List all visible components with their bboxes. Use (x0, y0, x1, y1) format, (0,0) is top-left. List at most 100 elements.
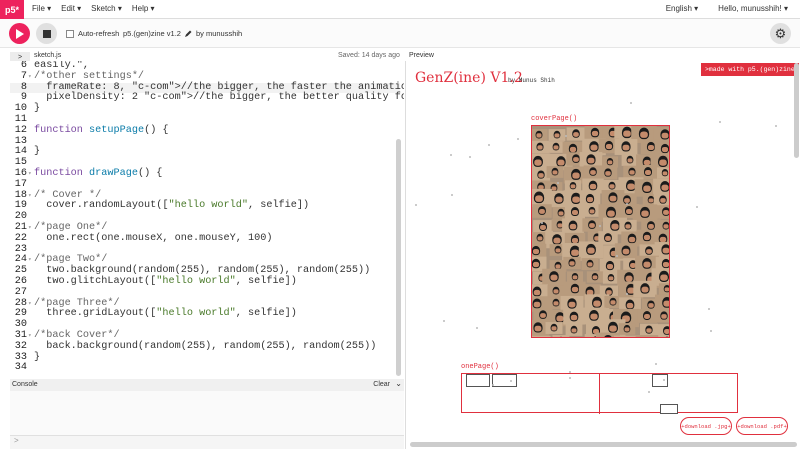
sketch-name: p5.(gen)zine v1.2 by munusshih (123, 29, 242, 38)
settings-button[interactable]: ⚙ (770, 23, 791, 44)
selfie-tile (657, 167, 669, 179)
fold-arrow-icon[interactable]: ▾ (28, 223, 32, 234)
selfie-tile (532, 140, 549, 154)
selfie-tile (614, 335, 638, 337)
code-text: pixelDensity: 2 "c-com">//the bigger, th… (34, 92, 404, 104)
play-icon (16, 28, 24, 39)
background-dot (510, 380, 512, 382)
code-line[interactable]: 32 back.background(random(255), random(2… (10, 340, 400, 353)
line-number: 34 (14, 362, 27, 374)
code-editor[interactable]: 6 easily.", 7 ▾/*other settings*/8 frameRat… (10, 61, 404, 379)
one-page-canvas[interactable] (461, 373, 738, 414)
menu-sketch[interactable]: Sketch ▾ (91, 4, 122, 13)
one-page-label: onePage() (461, 363, 499, 371)
fold-arrow-icon[interactable]: ▾ (28, 191, 32, 202)
code-line[interactable]: 14} (10, 147, 400, 158)
console-title: Console (12, 381, 38, 388)
download-pdf-button[interactable]: +download .pdf+ (736, 417, 788, 435)
menu-file[interactable]: File ▾ (32, 4, 51, 13)
code-line[interactable]: 29 three.gridLayout(["hello world", self… (10, 308, 400, 320)
background-dot (630, 102, 632, 104)
code-text: function drawPage() { (34, 168, 163, 179)
code-line[interactable]: 33} (10, 351, 400, 364)
p5-logo[interactable]: p5* (0, 0, 24, 19)
language-select[interactable]: English ▾ (666, 4, 698, 13)
code-line[interactable]: 12 function setupPage() { (10, 125, 400, 137)
selfie-tile (657, 219, 669, 233)
user-menu[interactable]: Hello, munusshih! ▾ (718, 4, 788, 13)
console-input[interactable]: > (10, 435, 404, 449)
menu-edit[interactable]: Edit ▾ (61, 4, 81, 13)
background-dot (557, 182, 559, 184)
auto-refresh-checkbox[interactable] (66, 29, 74, 38)
background-dot (469, 156, 471, 158)
background-dot (492, 384, 494, 386)
fold-arrow-icon[interactable]: ▾ (28, 299, 32, 310)
background-dot (488, 144, 490, 146)
sketch-title[interactable]: p5.(gen)zine v1.2 (123, 29, 181, 38)
code-line[interactable]: 22 one.rect(one.mouseX, one.mouseY, 100) (10, 233, 400, 245)
preview-vertical-scrollbar[interactable] (794, 63, 799, 158)
download-jpg-button[interactable]: +download .jpg+ (680, 417, 732, 435)
code-text: } (34, 351, 41, 363)
menu-help[interactable]: Help ▾ (132, 4, 155, 13)
toolbar: Auto-refresh p5.(gen)zine v1.2 by munuss… (0, 19, 800, 48)
fold-arrow-icon[interactable]: ▾ (28, 255, 32, 266)
fold-arrow-icon[interactable]: ▾ (28, 331, 32, 342)
code-line[interactable]: 13 (10, 136, 400, 148)
code-line[interactable]: 9 pixelDensity: 2 "c-com">//the bigger, … (10, 92, 404, 104)
code-text: } (34, 103, 41, 115)
selfie-tile (586, 271, 604, 283)
code-line[interactable]: 19 cover.randomLayout(["hello world", se… (10, 200, 400, 212)
background-dot (616, 255, 618, 257)
code-line[interactable]: 10} (10, 103, 400, 115)
code-line[interactable]: 34 (10, 363, 400, 374)
selfie-tile (532, 128, 548, 142)
drawn-rect (652, 374, 668, 387)
stop-icon (42, 29, 51, 38)
selfie-tile (654, 309, 669, 323)
selfie-tile (656, 205, 669, 219)
selfie-tile (658, 283, 669, 295)
line-number: 7 (20, 70, 27, 82)
code-text: three.gridLayout(["hello world", selfie]… (34, 308, 297, 320)
background-dot (517, 138, 519, 140)
console-prompt: > (14, 436, 19, 445)
code-line[interactable]: 7 ▾/*other settings*/ (10, 70, 400, 83)
fold-arrow-icon[interactable]: ▾ (28, 72, 32, 83)
auto-refresh[interactable]: Auto-refresh (66, 29, 119, 38)
preview-horizontal-scrollbar[interactable] (410, 442, 797, 447)
code-line[interactable]: 26 two.glitchLayout(["hello world", self… (10, 276, 400, 288)
code-text: back.background(random(255), random(255)… (34, 340, 377, 352)
chevron-down-icon[interactable]: ⌄ (395, 379, 402, 388)
selfie-tile (578, 241, 604, 259)
auto-refresh-label: Auto-refresh (78, 29, 120, 38)
fold-arrow-icon[interactable]: ▾ (28, 169, 32, 180)
stop-button[interactable] (36, 23, 57, 44)
selfie-tile (598, 166, 618, 180)
zine-author: by Munus Shih (508, 77, 555, 84)
code-text: two.glitchLayout(["hello world", selfie]… (34, 276, 297, 287)
background-dot (451, 194, 453, 196)
made-with-badge[interactable]: >made with p5.(gen)zine (701, 63, 799, 76)
background-dot (775, 125, 777, 127)
selfie-tile (668, 150, 669, 168)
background-dot (719, 121, 721, 123)
selfie-tile (542, 268, 566, 286)
selfie-tile (635, 335, 659, 337)
background-dot (708, 308, 710, 310)
pencil-icon[interactable] (184, 30, 192, 37)
code-line[interactable]: 16 ▾ function drawPage() { (10, 168, 400, 180)
selfie-tile (546, 166, 564, 178)
console-clear-button[interactable]: Clear (373, 381, 390, 388)
sketch-author: by munusshih (195, 29, 243, 38)
file-tab[interactable]: sketch.js (34, 52, 61, 59)
chevron-right-icon: > (17, 53, 23, 61)
selfie-tile (658, 334, 669, 337)
play-button[interactable] (9, 23, 30, 44)
preview-pane[interactable]: GenZ(ine) V1.2 by Munus Shih >made with … (405, 61, 800, 449)
editor-scrollbar[interactable] (396, 139, 401, 376)
drawn-rect (492, 374, 517, 387)
selfie-tile (548, 129, 566, 141)
line-number: 27 (14, 286, 27, 298)
